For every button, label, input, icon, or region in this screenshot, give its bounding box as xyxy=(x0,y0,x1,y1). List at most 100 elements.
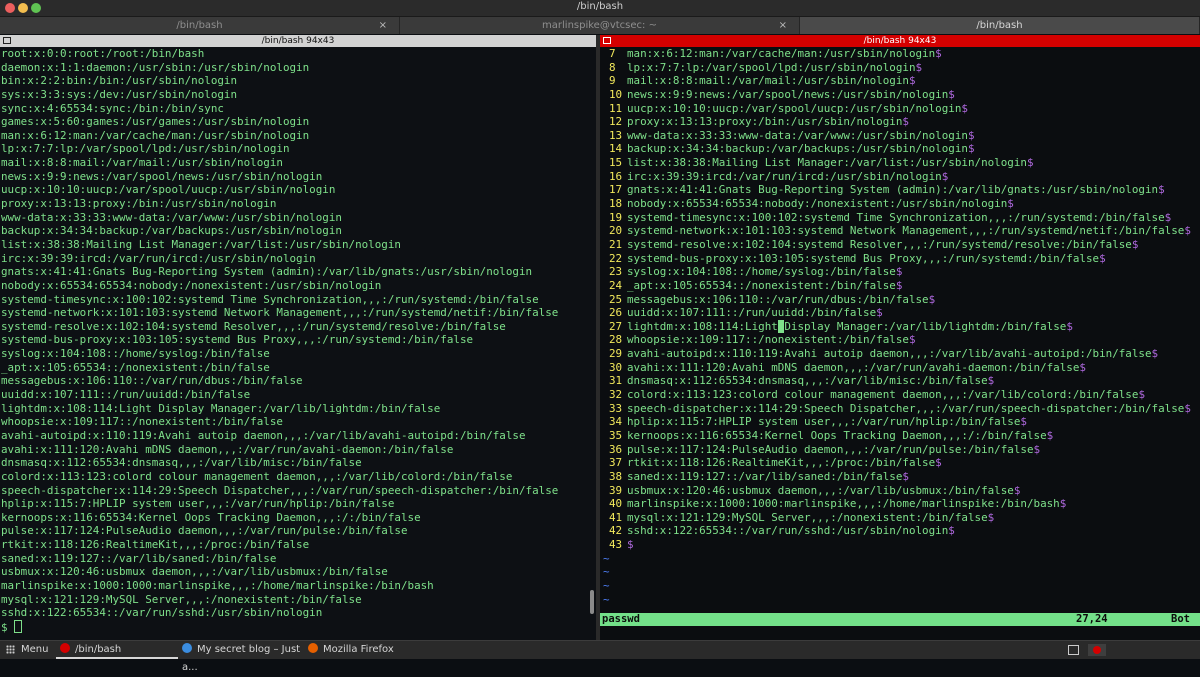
terminal-line: messagebus:x:106:110::/var/run/dbus:/bin… xyxy=(1,374,303,388)
eol-marker: $ xyxy=(1184,401,1191,415)
vim-filename: passwd xyxy=(602,613,640,625)
eol-marker: $ xyxy=(1164,210,1172,224)
line-number: 33 xyxy=(609,401,623,415)
line-text: man:x:6:12:man:/var/cache/man:/usr/sbin/… xyxy=(627,47,936,60)
tab-bash-1[interactable]: /bin/bash × xyxy=(0,17,400,34)
line-number: 38 xyxy=(609,469,623,483)
line-text: systemd-timesync:x:100:102:systemd Time … xyxy=(627,210,1165,224)
tab-label: marlinspike@vtcsec: ~ xyxy=(542,20,657,31)
app-grid-icon xyxy=(6,645,15,654)
terminal-line: systemd-resolve:x:102:104:systemd Resolv… xyxy=(1,319,506,333)
firefox-icon xyxy=(308,643,318,653)
task-chrome[interactable]: My secret blog – Just a... xyxy=(182,641,304,673)
tab-close-icon[interactable]: × xyxy=(379,17,387,34)
shell-prompt[interactable]: $ xyxy=(1,619,596,634)
line-text: uucp:x:10:10:uucp:/var/spool/uucp:/usr/s… xyxy=(627,101,962,115)
terminal-line: avahi:x:111:120:Avahi mDNS daemon,,,:/va… xyxy=(1,442,454,456)
vim-empty-line: ~ xyxy=(603,565,610,579)
left-terminal-pane[interactable]: /bin/bash 94x43 root:x:0:0:root:/root:/b… xyxy=(0,35,596,640)
left-pane-scrollbar[interactable] xyxy=(590,590,594,614)
vim-line: 24 _apt:x:105:65534::/nonexistent:/bin/fa… xyxy=(601,279,1200,293)
terminal-line: kernoops:x:116:65534:Kernel Oops Trackin… xyxy=(1,510,421,524)
line-number: 34 xyxy=(609,415,623,429)
menu-button[interactable]: Menu xyxy=(0,641,50,659)
vim-line: 40 marlinspike:x:1000:1000:marlinspike,,,… xyxy=(601,497,1200,511)
line-text: proxy:x:13:13:proxy:/bin:/usr/sbin/nolog… xyxy=(627,115,903,129)
line-text: dnsmasq:x:112:65534:dnsmasq,,,:/var/lib/… xyxy=(627,374,988,388)
terminal-line: mail:x:8:8:mail:/var/mail:/usr/sbin/nolo… xyxy=(1,156,283,170)
line-text: systemd-bus-proxy:x:103:105:systemd Bus … xyxy=(627,251,1100,265)
eol-marker: $ xyxy=(941,169,949,183)
vim-empty-line: ~ xyxy=(603,551,610,565)
line-text: syslog:x:104:108::/home/syslog:/bin/fals… xyxy=(627,265,896,279)
line-text: marlinspike:x:1000:1000:marlinspike,,,:/… xyxy=(627,497,1060,511)
terminal-line: rtkit:x:118:126:RealtimeKit,,,:/proc:/bi… xyxy=(1,538,310,552)
tab-marlinspike[interactable]: marlinspike@vtcsec: ~ × xyxy=(400,17,800,34)
vim-line: 23 syslog:x:104:108::/home/syslog:/bin/fa… xyxy=(601,265,1200,279)
line-text: list:x:38:38:Mailing List Manager:/var/l… xyxy=(627,156,1027,170)
terminal-icon xyxy=(60,643,70,653)
eol-marker: $ xyxy=(1007,197,1014,211)
eol-marker: $ xyxy=(1046,428,1054,442)
terminal-line: daemon:x:1:1:daemon:/usr/sbin:/usr/sbin/… xyxy=(1,60,310,74)
tray-window-icon[interactable] xyxy=(1068,645,1079,655)
line-number: 26 xyxy=(609,306,623,320)
terminal-line: whoopsie:x:109:117::/nonexistent:/bin/fa… xyxy=(1,415,283,429)
taskbar: Menu /bin/bash My secret blog – Just a..… xyxy=(0,640,1200,673)
task-firefox[interactable]: Mozilla Firefox xyxy=(308,641,428,659)
line-number: 10 xyxy=(609,87,623,101)
left-pane-title: /bin/bash 94x43 xyxy=(261,36,335,46)
vim-line: 28 whoopsie:x:109:117::/nonexistent:/bin/… xyxy=(601,333,1200,347)
vim-line: 41 mysql:x:121:129:MySQL Server,,,:/nonex… xyxy=(601,511,1200,525)
terminal-line: systemd-bus-proxy:x:103:105:systemd Bus … xyxy=(1,333,474,347)
right-terminal-pane[interactable]: /bin/bash 94x43 7 man:x:6:12:man:/var/cac… xyxy=(600,35,1200,640)
line-text: news:x:9:9:news:/var/spool/news:/usr/sbi… xyxy=(627,87,949,101)
eol-marker: $ xyxy=(961,101,968,115)
line-number: 24 xyxy=(609,278,623,292)
eol-marker: $ xyxy=(908,74,916,88)
terminal-line: dnsmasq:x:112:65534:dnsmasq,,,:/var/lib/… xyxy=(1,456,362,470)
terminal-line: avahi-autoipd:x:110:119:Avahi autoip dae… xyxy=(1,428,526,442)
eol-marker: $ xyxy=(915,60,923,74)
split-pane-icon[interactable] xyxy=(3,37,11,44)
vim-line: 17 gnats:x:41:41:Gnats Bug-Reporting Syst… xyxy=(601,183,1200,197)
eol-marker: $ xyxy=(1184,224,1191,238)
terminal-line: nobody:x:65534:65534:nobody:/nonexistent… xyxy=(1,278,382,292)
tray-terminal-icon[interactable] xyxy=(1088,644,1106,656)
line-number: 12 xyxy=(609,115,623,129)
line-text: www-data:x:33:33:www-data:/var/www:/usr/… xyxy=(627,128,968,142)
vim-line: 43 $ xyxy=(601,538,1200,552)
menu-label: Menu xyxy=(21,644,49,655)
eol-marker: $ xyxy=(1131,237,1139,251)
vim-line: 35 kernoops:x:116:65534:Kernel Oops Track… xyxy=(601,429,1200,443)
vim-line: 22 systemd-bus-proxy:x:103:105:systemd Bu… xyxy=(601,252,1200,266)
terminal-line: list:x:38:38:Mailing List Manager:/var/l… xyxy=(1,237,401,251)
terminal-line: mysql:x:121:129:MySQL Server,,,:/nonexis… xyxy=(1,592,362,606)
task-label: My secret blog – Just a... xyxy=(182,644,301,673)
line-number: 31 xyxy=(609,374,623,388)
line-number: 39 xyxy=(609,483,623,497)
terminal-line: www-data:x:33:33:www-data:/var/www:/usr/… xyxy=(1,210,342,224)
line-text: gnats:x:41:41:Gnats Bug-Reporting System… xyxy=(627,183,1159,197)
line-number: 14 xyxy=(609,142,623,156)
tab-bar: /bin/bash × marlinspike@vtcsec: ~ × /bin… xyxy=(0,17,1200,34)
terminal-line: syslog:x:104:108::/home/syslog:/bin/fals… xyxy=(1,347,270,361)
split-pane-icon[interactable] xyxy=(603,37,611,44)
line-number: 21 xyxy=(609,237,623,251)
vim-line: 38 saned:x:119:127::/var/lib/saned:/bin/f… xyxy=(601,470,1200,484)
terminal-line: hplip:x:115:7:HPLIP system user,,,:/var/… xyxy=(1,497,395,511)
vim-line: 9 mail:x:8:8:mail:/var/mail:/usr/sbin/nol… xyxy=(601,74,1200,88)
line-number: 19 xyxy=(609,210,623,224)
tab-bash-2[interactable]: /bin/bash xyxy=(800,17,1200,34)
eol-marker: $ xyxy=(1099,251,1106,265)
tab-close-icon[interactable]: × xyxy=(779,17,787,34)
vim-line: 12 proxy:x:13:13:proxy:/bin:/usr/sbin/nol… xyxy=(601,115,1200,129)
terminal-line: irc:x:39:39:ircd:/var/run/ircd:/usr/sbin… xyxy=(1,251,316,265)
vim-line: 26 uuidd:x:107:111::/run/uuidd:/bin/false… xyxy=(601,306,1200,320)
task-terminal[interactable]: /bin/bash xyxy=(56,641,178,659)
line-text: colord:x:113:123:colord colour managemen… xyxy=(627,388,1139,402)
left-pane-title-bar: /bin/bash 94x43 xyxy=(0,35,596,47)
vim-line: 33 speech-dispatcher:x:114:29:Speech Disp… xyxy=(601,402,1200,416)
line-text: usbmux:x:120:46:usbmux daemon,,,:/var/li… xyxy=(627,483,1014,497)
eol-marker: $ xyxy=(935,47,942,60)
